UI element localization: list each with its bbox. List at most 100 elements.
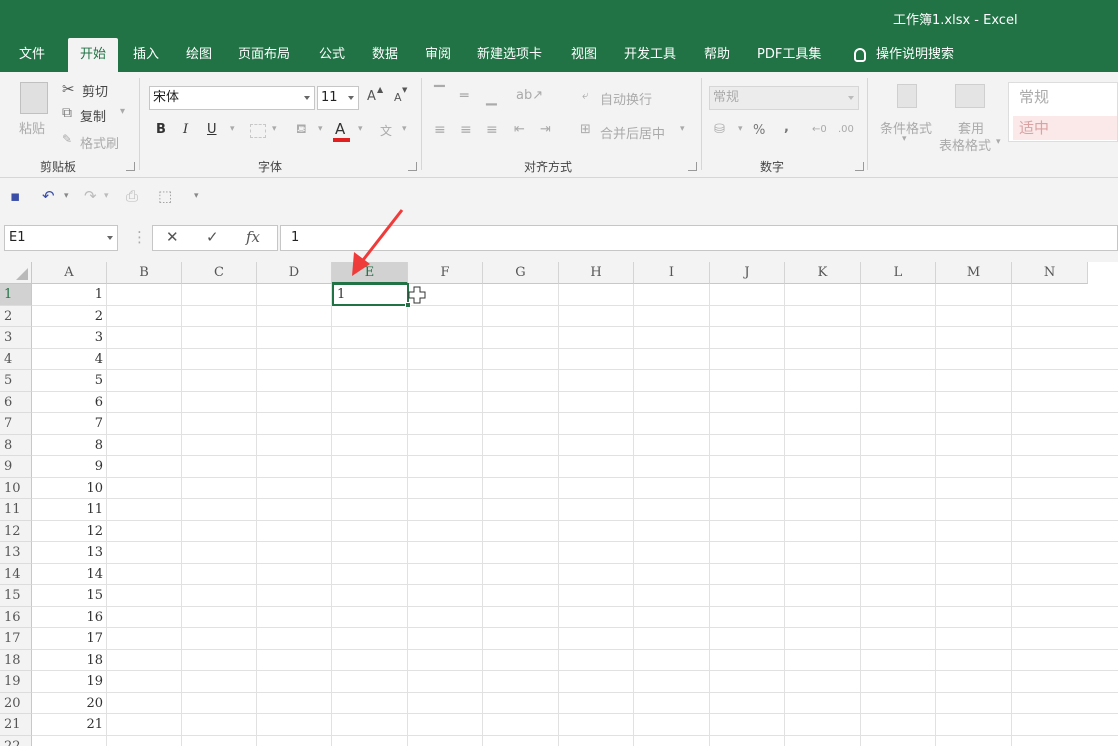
column-header-f[interactable]: F [408,262,483,284]
cell-a14[interactable]: 14 [32,564,107,585]
formula-bar-resize-icon[interactable]: ⋮ [132,228,147,246]
conditional-dropdown-icon[interactable]: ▾ [902,134,907,144]
decrease-decimal-icon[interactable]: .00 [838,124,854,135]
decrease-indent-icon[interactable]: ⇤ [514,122,525,137]
insert-function-button[interactable]: fx [246,228,260,246]
tab-10[interactable]: 开发工具 [624,38,676,72]
style-normal[interactable]: 常规 [1013,85,1117,109]
tab-6[interactable]: 数据 [372,38,398,72]
phonetic-button[interactable]: 文 [380,122,392,139]
font-color-dropdown-icon[interactable]: ▾ [358,124,363,134]
tell-me-search[interactable]: 操作说明搜索 [854,38,954,72]
font-color-button[interactable]: A [335,120,345,138]
percent-button[interactable]: % [753,123,765,138]
phonetic-dropdown-icon[interactable]: ▾ [402,124,407,134]
copy-dropdown-icon[interactable]: ▾ [120,106,125,117]
row-header-2[interactable]: 2 [0,305,32,327]
row-header-5[interactable]: 5 [0,370,32,392]
tab-9[interactable]: 视图 [571,38,597,72]
grow-font-button[interactable]: A [367,89,376,104]
copy-button[interactable]: 复制 [80,106,106,125]
column-header-l[interactable]: L [861,262,936,284]
cell-a16[interactable]: 16 [32,607,107,628]
bold-button[interactable]: B [156,122,166,137]
row-header-22[interactable]: 22 [0,735,32,746]
column-header-m[interactable]: M [936,262,1012,284]
cell-a6[interactable]: 6 [32,392,107,413]
shrink-font-button[interactable]: A [394,91,402,104]
tab-1[interactable]: 开始 [68,38,119,72]
row-header-7[interactable]: 7 [0,413,32,435]
font-size-combo[interactable]: 11 [317,86,359,110]
row-header-14[interactable]: 14 [0,563,32,585]
cell-a12[interactable]: 12 [32,521,107,542]
tab-0[interactable]: 文件 [19,38,45,72]
comma-button[interactable]: , [784,120,789,135]
cell-a2[interactable]: 2 [32,306,107,327]
cell-a10[interactable]: 10 [32,478,107,499]
paste-icon[interactable] [20,82,48,114]
row-header-3[interactable]: 3 [0,327,32,349]
cell-a11[interactable]: 11 [32,499,107,520]
underline-dropdown-icon[interactable]: ▾ [230,124,235,134]
customize-toolbar-icon[interactable]: ▾ [194,191,199,201]
tab-2[interactable]: 插入 [133,38,159,72]
column-header-j[interactable]: J [710,262,785,284]
enter-button[interactable]: ✓ [206,228,219,246]
cell-a18[interactable]: 18 [32,650,107,671]
row-header-15[interactable]: 15 [0,585,32,607]
row-header-9[interactable]: 9 [0,456,32,478]
fill-dropdown-icon[interactable]: ▾ [318,124,323,134]
format-painter-button[interactable]: 格式刷 [80,133,119,152]
cell-a17[interactable]: 17 [32,628,107,649]
column-header-i[interactable]: I [634,262,710,284]
column-header-k[interactable]: K [785,262,861,284]
align-bottom-icon[interactable]: ▁ [486,90,497,106]
borders-icon[interactable] [250,124,266,138]
redo-dropdown-icon[interactable]: ▾ [104,191,109,201]
fill-color-icon[interactable]: ⛾ [296,122,307,139]
align-center-icon[interactable]: ≡ [460,122,472,138]
redo-icon[interactable]: ↷ [84,187,97,205]
cell-a8[interactable]: 8 [32,435,107,456]
screenshot-icon[interactable]: ⬚ [158,187,172,205]
cell-a19[interactable]: 19 [32,671,107,692]
cell-a21[interactable]: 21 [32,714,107,735]
increase-indent-icon[interactable]: ⇥ [540,122,551,137]
column-header-a[interactable]: A [32,262,107,284]
tab-7[interactable]: 审阅 [425,38,451,72]
row-header-8[interactable]: 8 [0,434,32,456]
cell-a13[interactable]: 13 [32,542,107,563]
row-header-17[interactable]: 17 [0,628,32,650]
align-middle-icon[interactable]: ═ [460,88,468,104]
cell-a9[interactable]: 9 [32,456,107,477]
borders-dropdown-icon[interactable]: ▾ [272,124,277,134]
cell-a3[interactable]: 3 [32,327,107,348]
worksheet-grid[interactable]: A B C D E F G H I J K L M N 1 2 3 4 5 6 7 8 9 10 11 12 13 14 15 16 17 1… [0,262,1118,746]
tab-4[interactable]: 页面布局 [238,38,290,72]
font-launcher-icon[interactable] [408,162,417,171]
merge-center-button[interactable]: 合并后居中 [600,123,665,142]
cell-a7[interactable]: 7 [32,413,107,434]
merge-dropdown-icon[interactable]: ▾ [680,124,685,134]
currency-icon[interactable]: ⛁ [714,122,725,137]
name-box[interactable]: E1 [4,225,118,251]
row-header-19[interactable]: 19 [0,671,32,693]
cancel-button[interactable]: ✕ [166,228,179,246]
column-header-b[interactable]: B [107,262,182,284]
row-header-6[interactable]: 6 [0,391,32,413]
row-header-12[interactable]: 12 [0,520,32,542]
row-header-18[interactable]: 18 [0,649,32,671]
row-header-4[interactable]: 4 [0,348,32,370]
row-header-16[interactable]: 16 [0,606,32,628]
cell-a20[interactable]: 20 [32,693,107,714]
align-right-icon[interactable]: ≡ [486,122,498,138]
cell-a4[interactable]: 4 [32,349,107,370]
currency-dropdown-icon[interactable]: ▾ [738,124,743,134]
undo-dropdown-icon[interactable]: ▾ [64,191,69,201]
row-header-1[interactable]: 1 [0,284,32,306]
print-preview-icon[interactable]: ⎙ [126,187,138,205]
wrap-text-button[interactable]: 自动换行 [600,89,652,108]
clipboard-launcher-icon[interactable] [126,162,135,171]
align-top-icon[interactable]: ▔ [434,86,445,102]
